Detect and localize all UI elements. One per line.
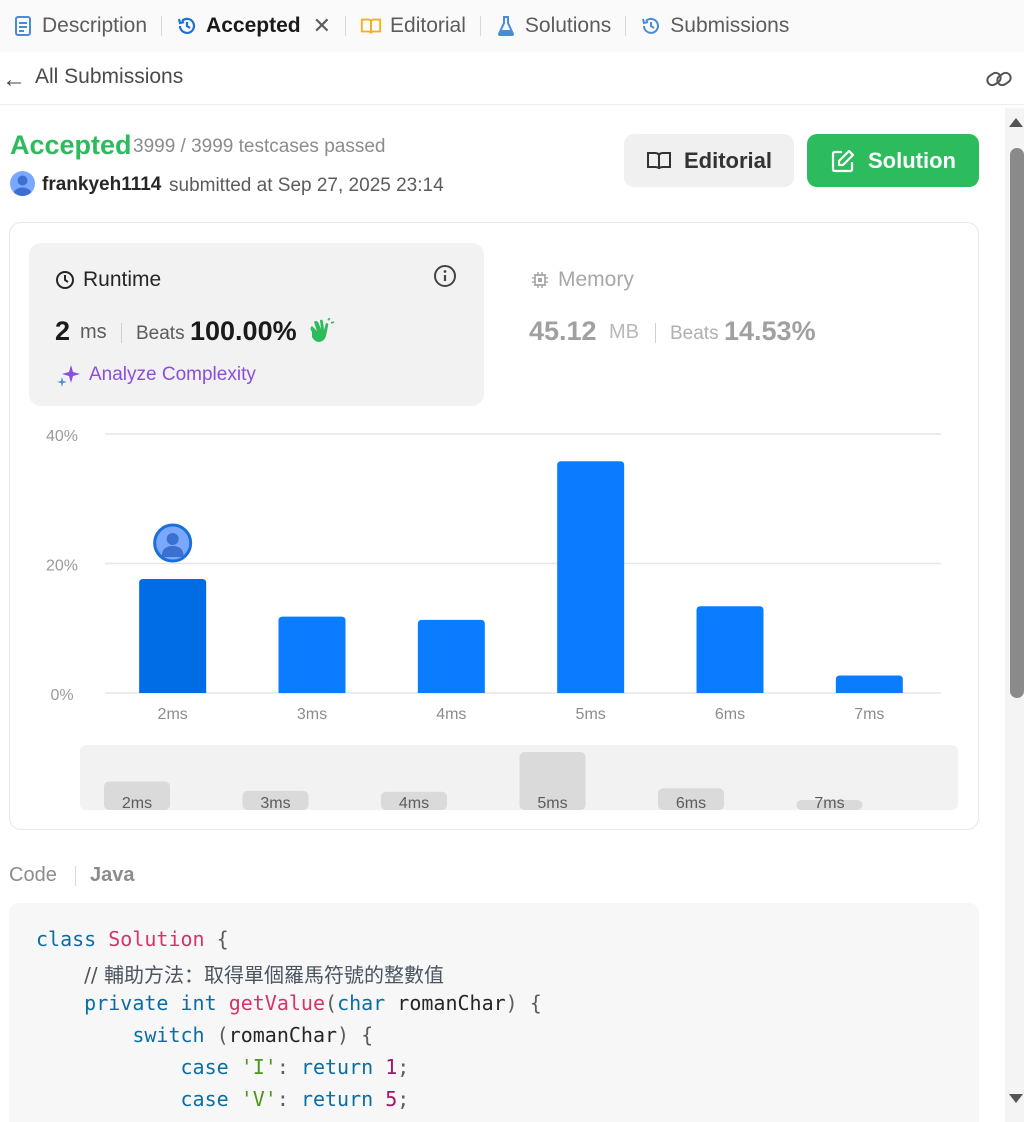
runtime-value: 2 [55,316,71,346]
mini-chart-label: 2ms [122,795,152,812]
chart-bar[interactable] [835,675,903,693]
x-tick-label: 4ms [436,706,466,723]
memory-tab[interactable]: Memory [530,268,634,292]
memory-unit: MB [609,321,639,343]
tab-divider [625,16,627,36]
link-icon[interactable] [984,64,1014,94]
runtime-unit: ms [80,321,107,343]
y-tick-label: 20% [46,558,78,575]
analyze-label: Analyze Complexity [89,364,256,385]
history-icon [176,15,198,37]
x-tick-label: 2ms [158,706,188,723]
x-tick-label: 6ms [715,706,745,723]
code-line: switch (romanChar) { [132,1023,374,1047]
description-icon [12,15,34,37]
runtime-beats-value: 100.00% [190,316,297,346]
solution-button[interactable]: Solution [807,134,979,187]
runtime-beats-label: Beats [136,323,185,344]
code-language: Java [90,864,135,886]
tab-editorial[interactable]: Editorial [352,0,474,52]
submitted-time: submitted at Sep 27, 2025 23:14 [169,175,444,196]
arrow-left-icon[interactable]: ← [2,66,26,94]
scrollbar-thumb[interactable] [1010,148,1024,698]
y-tick-label: 0% [50,687,73,704]
tab-divider [345,16,347,36]
code-line: // 輔助方法：取得單個羅馬符號的整數值 [84,963,445,987]
book-icon [646,151,671,169]
tab-solutions[interactable]: Solutions [487,0,619,52]
username-link[interactable]: frankyeh1114 [42,174,161,196]
tab-label: Editorial [390,14,466,37]
mini-chart-label: 7ms [814,795,844,812]
tab-description[interactable]: Description [4,0,155,52]
mini-chart-label: 5ms [537,795,567,812]
code-line: class Solution { [36,927,229,951]
memory-value: 45.12 [529,316,597,346]
tab-bar: Description Accepted ✕ Editorial Solutio… [0,0,1024,52]
tab-divider [479,16,481,36]
chart-bar[interactable] [139,579,207,693]
flask-icon [495,15,517,37]
back-row: ← All Submissions [0,52,1024,105]
sparkle-icon [57,365,80,387]
tab-label: Accepted [206,14,301,37]
submission-status: Accepted [10,130,132,160]
y-tick-label: 40% [46,428,78,445]
avatar[interactable] [10,171,35,196]
code-line: case 'I': return 1; [180,1055,410,1079]
mini-chart-label: 6ms [676,795,706,812]
tab-divider [161,16,163,36]
solution-label: Solution [868,147,956,173]
all-submissions-link[interactable]: All Submissions [35,65,183,89]
code-block[interactable]: class Solution { // 輔助方法：取得單個羅馬符號的整數值 pr… [9,903,979,1122]
testcases-passed: 3999 / 3999 testcases passed [133,136,386,157]
code-line: case 'V': return 5; [180,1087,410,1111]
analyze-complexity-button[interactable]: Analyze Complexity [57,363,256,387]
book-icon [360,15,382,37]
runtime-distribution-chart: 0% 20% 40% 2ms 3ms 4ms 5ms 6ms 7ms 2ms 3ms 4ms 5ms 6m… [46,428,958,812]
history-icon [640,15,662,37]
clock-icon [56,271,74,289]
tab-label: Solutions [524,14,612,37]
code-line: private int getValue(char romanChar) { [84,991,542,1015]
close-icon[interactable]: ✕ [313,13,331,39]
scroll-down-icon[interactable] [1009,1094,1023,1103]
runtime-title: Runtime [55,268,161,292]
tab-label: Submissions [670,14,790,37]
chart-bar[interactable] [696,606,764,693]
tab-label: Description [42,14,148,37]
memory-beats-value: 14.53% [724,316,816,346]
x-tick-label: 3ms [297,706,327,723]
info-icon[interactable] [433,264,457,288]
mini-chart-label: 3ms [260,795,290,812]
divider [121,323,122,343]
edit-icon [831,149,855,172]
editorial-label: Editorial [683,147,772,173]
chip-icon [532,272,548,288]
chart-bar[interactable] [417,619,485,693]
divider [655,323,656,343]
tab-accepted[interactable]: Accepted ✕ [168,0,339,52]
memory-beats-label: Beats [670,323,719,344]
clap-icon [310,318,334,342]
chart-bar[interactable] [557,461,625,693]
code-label: Code [9,864,57,886]
chart-bar[interactable] [278,616,346,693]
user-marker-head [166,533,179,546]
runtime-title-label: Runtime [83,268,162,291]
editorial-button[interactable]: Editorial [624,134,794,187]
x-tick-label: 7ms [854,706,884,723]
memory-title-label: Memory [558,268,634,291]
tab-submissions[interactable]: Submissions [632,0,797,52]
scroll-up-icon[interactable] [1009,118,1023,127]
mini-chart-label: 4ms [399,795,429,812]
divider [75,866,76,886]
x-tick-label: 5ms [576,706,606,723]
